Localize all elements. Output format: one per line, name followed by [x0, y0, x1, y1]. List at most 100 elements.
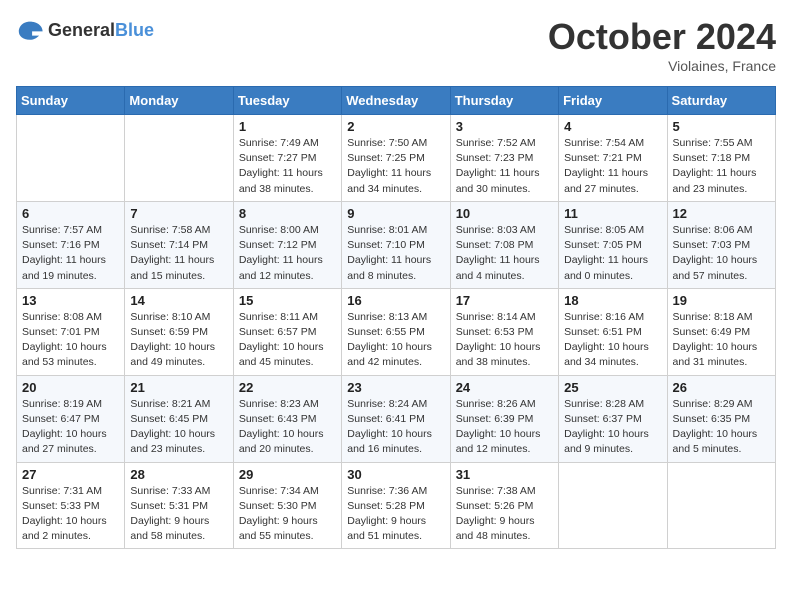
calendar-cell: 27Sunrise: 7:31 AM Sunset: 5:33 PM Dayli…	[17, 462, 125, 549]
calendar-cell: 25 Sunrise: 8:28 AM Sunset: 6:37 PM Dayli…	[559, 375, 667, 462]
calendar-cell: 7 Sunrise: 7:58 AM Sunset: 7:14 PM Daylig…	[125, 201, 233, 288]
calendar-cell: 4 Sunrise: 7:54 AM Sunset: 7:21 PM Daylig…	[559, 115, 667, 202]
day-number: 6	[22, 206, 119, 221]
subtitle: Violaines, France	[548, 58, 776, 74]
calendar-cell: 13 Sunrise: 8:08 AM Sunset: 7:01 PM Dayli…	[17, 288, 125, 375]
day-info: Sunrise: 8:18 AM Sunset: 6:49 PM Dayligh…	[673, 310, 770, 371]
day-number: 31	[456, 467, 553, 482]
day-info: Sunrise: 8:03 AM Sunset: 7:08 PM Dayligh…	[456, 223, 553, 284]
day-info: Sunrise: 8:28 AM Sunset: 6:37 PM Dayligh…	[564, 397, 661, 458]
day-info: Sunrise: 8:16 AM Sunset: 6:51 PM Dayligh…	[564, 310, 661, 371]
calendar-week-row: 27Sunrise: 7:31 AM Sunset: 5:33 PM Dayli…	[17, 462, 776, 549]
calendar-cell: 15 Sunrise: 8:11 AM Sunset: 6:57 PM Dayli…	[233, 288, 341, 375]
day-number: 23	[347, 380, 444, 395]
calendar-cell	[559, 462, 667, 549]
day-info: Sunrise: 7:36 AM Sunset: 5:28 PM Dayligh…	[347, 484, 444, 545]
day-number: 2	[347, 119, 444, 134]
day-info: Sunrise: 7:31 AM Sunset: 5:33 PM Dayligh…	[22, 484, 119, 545]
calendar-cell	[125, 115, 233, 202]
calendar-cell: 17 Sunrise: 8:14 AM Sunset: 6:53 PM Dayli…	[450, 288, 558, 375]
day-info: Sunrise: 7:49 AM Sunset: 7:27 PM Dayligh…	[239, 136, 336, 197]
calendar-cell: 22Sunrise: 8:23 AM Sunset: 6:43 PM Dayli…	[233, 375, 341, 462]
day-number: 21	[130, 380, 227, 395]
day-number: 28	[130, 467, 227, 482]
calendar-table: SundayMondayTuesdayWednesdayThursdayFrid…	[16, 86, 776, 549]
logo: GeneralBlue	[16, 16, 154, 44]
calendar-cell: 14 Sunrise: 8:10 AM Sunset: 6:59 PM Dayli…	[125, 288, 233, 375]
day-number: 7	[130, 206, 227, 221]
month-title: October 2024	[548, 16, 776, 58]
day-number: 13	[22, 293, 119, 308]
calendar-week-row: 6 Sunrise: 7:57 AM Sunset: 7:16 PM Daylig…	[17, 201, 776, 288]
day-number: 5	[673, 119, 770, 134]
day-number: 30	[347, 467, 444, 482]
calendar-week-row: 20 Sunrise: 8:19 AM Sunset: 6:47 PM Dayli…	[17, 375, 776, 462]
day-number: 29	[239, 467, 336, 482]
day-info: Sunrise: 7:52 AM Sunset: 7:23 PM Dayligh…	[456, 136, 553, 197]
day-info: Sunrise: 8:24 AM Sunset: 6:41 PM Dayligh…	[347, 397, 444, 458]
day-info: Sunrise: 8:10 AM Sunset: 6:59 PM Dayligh…	[130, 310, 227, 371]
logo-icon	[16, 16, 44, 44]
day-number: 14	[130, 293, 227, 308]
day-info: Sunrise: 8:13 AM Sunset: 6:55 PM Dayligh…	[347, 310, 444, 371]
header-day: Sunday	[17, 87, 125, 115]
title-block: October 2024 Violaines, France	[548, 16, 776, 74]
calendar-cell: 16Sunrise: 8:13 AM Sunset: 6:55 PM Dayli…	[342, 288, 450, 375]
day-number: 19	[673, 293, 770, 308]
calendar-cell: 29 Sunrise: 7:34 AM Sunset: 5:30 PM Dayli…	[233, 462, 341, 549]
day-info: Sunrise: 8:11 AM Sunset: 6:57 PM Dayligh…	[239, 310, 336, 371]
calendar-cell: 11 Sunrise: 8:05 AM Sunset: 7:05 PM Dayli…	[559, 201, 667, 288]
calendar-week-row: 1 Sunrise: 7:49 AM Sunset: 7:27 PM Daylig…	[17, 115, 776, 202]
logo-blue: Blue	[115, 20, 154, 40]
calendar-cell: 31Sunrise: 7:38 AM Sunset: 5:26 PM Dayli…	[450, 462, 558, 549]
day-number: 20	[22, 380, 119, 395]
day-number: 17	[456, 293, 553, 308]
day-info: Sunrise: 7:57 AM Sunset: 7:16 PM Dayligh…	[22, 223, 119, 284]
day-number: 18	[564, 293, 661, 308]
day-info: Sunrise: 8:06 AM Sunset: 7:03 PM Dayligh…	[673, 223, 770, 284]
day-number: 12	[673, 206, 770, 221]
day-info: Sunrise: 7:58 AM Sunset: 7:14 PM Dayligh…	[130, 223, 227, 284]
header-day: Friday	[559, 87, 667, 115]
day-info: Sunrise: 7:55 AM Sunset: 7:18 PM Dayligh…	[673, 136, 770, 197]
header-day: Tuesday	[233, 87, 341, 115]
header-day: Wednesday	[342, 87, 450, 115]
calendar-cell: 3Sunrise: 7:52 AM Sunset: 7:23 PM Daylig…	[450, 115, 558, 202]
day-number: 22	[239, 380, 336, 395]
header-day: Monday	[125, 87, 233, 115]
day-number: 1	[239, 119, 336, 134]
calendar-cell: 26Sunrise: 8:29 AM Sunset: 6:35 PM Dayli…	[667, 375, 775, 462]
calendar-cell: 9 Sunrise: 8:01 AM Sunset: 7:10 PM Daylig…	[342, 201, 450, 288]
calendar-cell: 21Sunrise: 8:21 AM Sunset: 6:45 PM Dayli…	[125, 375, 233, 462]
day-number: 24	[456, 380, 553, 395]
calendar-cell: 24 Sunrise: 8:26 AM Sunset: 6:39 PM Dayli…	[450, 375, 558, 462]
calendar-cell: 12 Sunrise: 8:06 AM Sunset: 7:03 PM Dayli…	[667, 201, 775, 288]
day-info: Sunrise: 8:01 AM Sunset: 7:10 PM Dayligh…	[347, 223, 444, 284]
day-info: Sunrise: 8:08 AM Sunset: 7:01 PM Dayligh…	[22, 310, 119, 371]
day-number: 10	[456, 206, 553, 221]
calendar-cell: 5 Sunrise: 7:55 AM Sunset: 7:18 PM Daylig…	[667, 115, 775, 202]
day-number: 26	[673, 380, 770, 395]
day-info: Sunrise: 7:33 AM Sunset: 5:31 PM Dayligh…	[130, 484, 227, 545]
day-number: 11	[564, 206, 661, 221]
calendar-cell: 30 Sunrise: 7:36 AM Sunset: 5:28 PM Dayli…	[342, 462, 450, 549]
day-info: Sunrise: 8:14 AM Sunset: 6:53 PM Dayligh…	[456, 310, 553, 371]
header-day: Thursday	[450, 87, 558, 115]
day-info: Sunrise: 8:05 AM Sunset: 7:05 PM Dayligh…	[564, 223, 661, 284]
day-number: 4	[564, 119, 661, 134]
header-row: SundayMondayTuesdayWednesdayThursdayFrid…	[17, 87, 776, 115]
calendar-week-row: 13 Sunrise: 8:08 AM Sunset: 7:01 PM Dayli…	[17, 288, 776, 375]
day-number: 25	[564, 380, 661, 395]
calendar-cell	[667, 462, 775, 549]
day-number: 15	[239, 293, 336, 308]
day-info: Sunrise: 8:19 AM Sunset: 6:47 PM Dayligh…	[22, 397, 119, 458]
calendar-cell: 2Sunrise: 7:50 AM Sunset: 7:25 PM Daylig…	[342, 115, 450, 202]
day-number: 8	[239, 206, 336, 221]
calendar-cell: 28 Sunrise: 7:33 AM Sunset: 5:31 PM Dayli…	[125, 462, 233, 549]
calendar-cell: 6 Sunrise: 7:57 AM Sunset: 7:16 PM Daylig…	[17, 201, 125, 288]
logo-general: General	[48, 20, 115, 40]
day-info: Sunrise: 7:34 AM Sunset: 5:30 PM Dayligh…	[239, 484, 336, 545]
day-info: Sunrise: 7:54 AM Sunset: 7:21 PM Dayligh…	[564, 136, 661, 197]
day-number: 9	[347, 206, 444, 221]
day-info: Sunrise: 8:26 AM Sunset: 6:39 PM Dayligh…	[456, 397, 553, 458]
